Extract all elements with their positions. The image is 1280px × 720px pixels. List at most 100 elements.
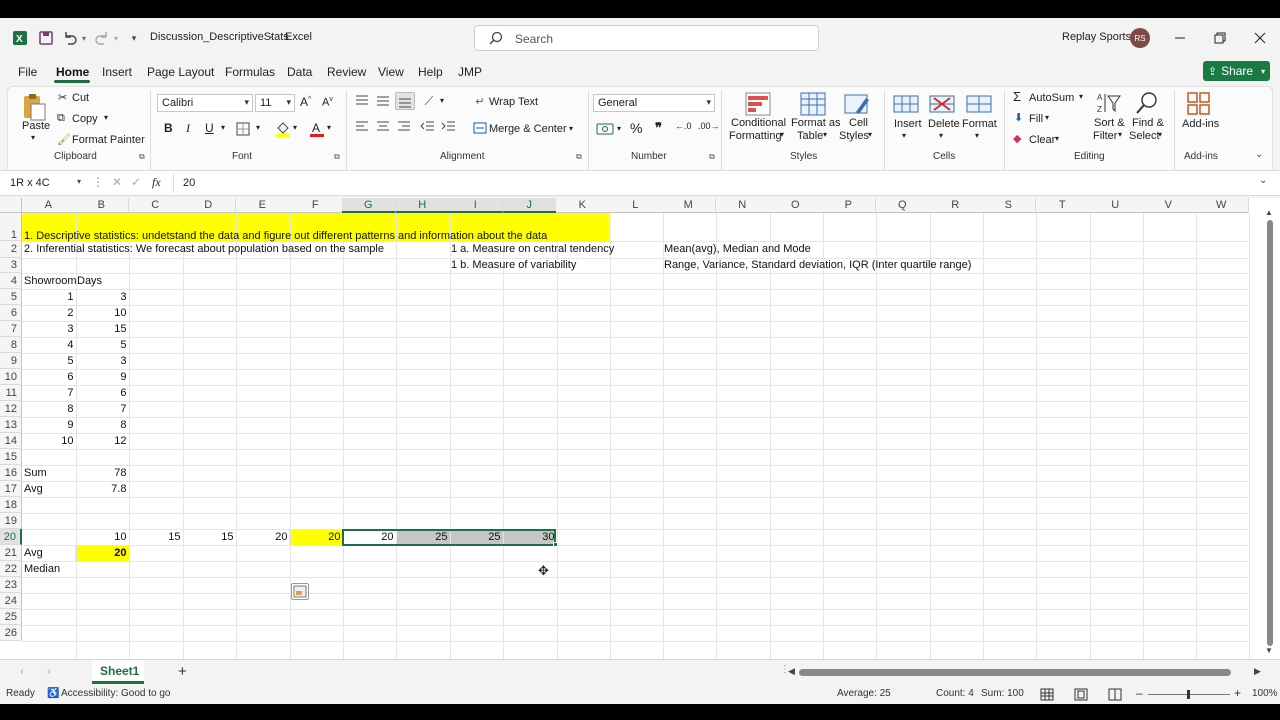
row-header-13[interactable]: 13	[0, 417, 22, 433]
cell-a7[interactable]: 3	[22, 321, 76, 337]
vertical-scrollbar[interactable]	[1267, 220, 1273, 646]
worksheet-grid[interactable]: A B C D E F G H I J K L M N O P Q R S T U V W 1 2 3 4 5 6 7 8 9 10 11 12 13…	[0, 198, 1280, 659]
sort-filter-dropdown-icon[interactable]: ▾	[1118, 130, 1122, 139]
cell-styles-dropdown-icon[interactable]: ▾	[868, 130, 872, 139]
cell-h20[interactable]: 25	[396, 529, 450, 545]
font-size-dropdown[interactable]: 11 ▾	[255, 94, 295, 112]
name-box-dropdown-icon[interactable]: ▾	[77, 177, 81, 186]
row-header-21[interactable]: 21	[0, 545, 22, 561]
tab-jmp[interactable]: JMP	[458, 65, 482, 79]
sort-filter-label2[interactable]: Filter	[1093, 130, 1117, 142]
tab-file[interactable]: File	[18, 65, 37, 79]
cell-d20[interactable]: 15	[182, 529, 236, 545]
redo-dropdown-icon[interactable]: ▾	[112, 32, 120, 44]
row-header-22[interactable]: 22	[0, 561, 22, 577]
row-header-7[interactable]: 7	[0, 321, 22, 337]
scroll-left-icon[interactable]: ◀	[788, 666, 795, 677]
zoom-out-icon[interactable]: –	[1136, 686, 1143, 700]
sort-filter-label1[interactable]: Sort &	[1094, 117, 1125, 129]
cell-b4[interactable]: Days	[75, 273, 104, 289]
cell-j20[interactable]: 30	[503, 529, 557, 545]
expand-formula-bar-icon[interactable]: ⌄	[1259, 175, 1267, 186]
insert-cells-dropdown-icon[interactable]: ▾	[902, 131, 906, 140]
autosum-dropdown-icon[interactable]: ▾	[1079, 92, 1083, 101]
decrease-indent-icon[interactable]	[420, 120, 436, 134]
cell-g20[interactable]: 20	[342, 529, 396, 545]
zoom-in-icon[interactable]: +	[1234, 686, 1241, 700]
font-launcher-icon[interactable]: ⧉	[334, 152, 340, 162]
cell-b20[interactable]: 10	[75, 529, 129, 545]
align-bottom-icon[interactable]	[395, 92, 415, 110]
copy-dropdown-icon[interactable]: ▾	[104, 113, 108, 122]
paste-button[interactable]: Paste	[22, 120, 50, 132]
paste-icon[interactable]	[20, 91, 48, 123]
cell-a14[interactable]: 10	[22, 433, 76, 449]
cell-a9[interactable]: 5	[22, 353, 76, 369]
row-header-19[interactable]: 19	[0, 513, 22, 529]
increase-indent-icon[interactable]	[441, 120, 457, 134]
merge-dropdown-icon[interactable]: ▾	[569, 124, 573, 133]
column-header-w[interactable]: W	[1195, 198, 1249, 213]
row-header-3[interactable]: 3	[0, 258, 22, 273]
accessibility-status[interactable]: Accessibility: Good to go	[61, 688, 171, 699]
scroll-right-icon[interactable]: ▶	[1254, 666, 1261, 677]
italic-button[interactable]: I	[186, 121, 190, 136]
cell-a6[interactable]: 2	[22, 305, 76, 321]
column-header-f[interactable]: F	[289, 198, 343, 213]
horizontal-scrollbar[interactable]	[799, 669, 1231, 676]
cell-a5[interactable]: 1	[22, 289, 76, 305]
scroll-down-icon[interactable]: ▼	[1265, 646, 1273, 655]
row-header-14[interactable]: 14	[0, 433, 22, 449]
format-painter-button[interactable]: Format Painter	[72, 134, 145, 146]
column-header-q[interactable]: Q	[876, 198, 930, 213]
cell-b7[interactable]: 15	[75, 321, 129, 337]
orientation-dropdown-icon[interactable]: ▾	[440, 96, 444, 105]
select-all-corner[interactable]	[0, 198, 22, 213]
avatar[interactable]: RS	[1130, 28, 1150, 48]
status-sum[interactable]: Sum: 100	[981, 688, 1024, 699]
cell-c20[interactable]: 15	[129, 529, 183, 545]
status-count[interactable]: Count: 4	[936, 688, 974, 699]
insert-function-icon[interactable]: fx	[152, 175, 161, 190]
delete-cells-dropdown-icon[interactable]: ▾	[939, 131, 943, 140]
column-header-g[interactable]: G	[342, 198, 396, 213]
normal-view-icon[interactable]	[1040, 688, 1054, 701]
font-name-dropdown[interactable]: Calibri ▾	[157, 94, 253, 112]
decrease-font-icon[interactable]: Av	[322, 96, 333, 109]
wrap-text-button[interactable]: Wrap Text	[489, 96, 538, 108]
cell-a13[interactable]: 9	[22, 417, 76, 433]
row-header-1[interactable]: 1	[0, 213, 22, 241]
cell-b21[interactable]: 20	[75, 545, 129, 561]
next-sheet-icon[interactable]: ›	[47, 666, 51, 678]
find-select-label2[interactable]: Select	[1129, 130, 1160, 142]
borders-icon[interactable]	[236, 122, 250, 136]
conditional-formatting-label1[interactable]: Conditional	[731, 117, 786, 129]
cell-b14[interactable]: 12	[75, 433, 129, 449]
format-cells-dropdown-icon[interactable]: ▾	[975, 131, 979, 140]
conditional-formatting-label2[interactable]: Formatting	[729, 130, 782, 142]
row-header-4[interactable]: 4	[0, 273, 22, 289]
row-header-5[interactable]: 5	[0, 289, 22, 305]
column-header-v[interactable]: V	[1142, 198, 1196, 213]
cell-styles-label2[interactable]: Styles	[839, 130, 869, 142]
column-header-n[interactable]: N	[716, 198, 770, 213]
accounting-dropdown-icon[interactable]: ▾	[617, 124, 621, 133]
column-header-p[interactable]: P	[822, 198, 876, 213]
page-break-view-icon[interactable]	[1108, 688, 1122, 701]
align-center-icon[interactable]	[375, 120, 391, 134]
row-header-16[interactable]: 16	[0, 465, 22, 481]
merge-center-button[interactable]: Merge & Center	[489, 123, 567, 135]
column-header-a[interactable]: A	[22, 198, 76, 213]
cell-a21[interactable]: Avg	[22, 545, 45, 561]
delete-cells-button[interactable]: Delete	[928, 118, 960, 130]
cell-a22[interactable]: Median	[22, 561, 62, 577]
bold-button[interactable]: B	[164, 121, 173, 135]
tab-formulas[interactable]: Formulas	[225, 65, 275, 79]
cell-a8[interactable]: 4	[22, 337, 76, 353]
cell-b5[interactable]: 3	[75, 289, 129, 305]
sheet-tab-sheet1[interactable]: Sheet1	[92, 660, 144, 684]
row-header-15[interactable]: 15	[0, 449, 22, 465]
cell-b9[interactable]: 3	[75, 353, 129, 369]
fill-button[interactable]: Fill	[1029, 113, 1043, 125]
add-sheet-icon[interactable]: +	[178, 663, 187, 680]
